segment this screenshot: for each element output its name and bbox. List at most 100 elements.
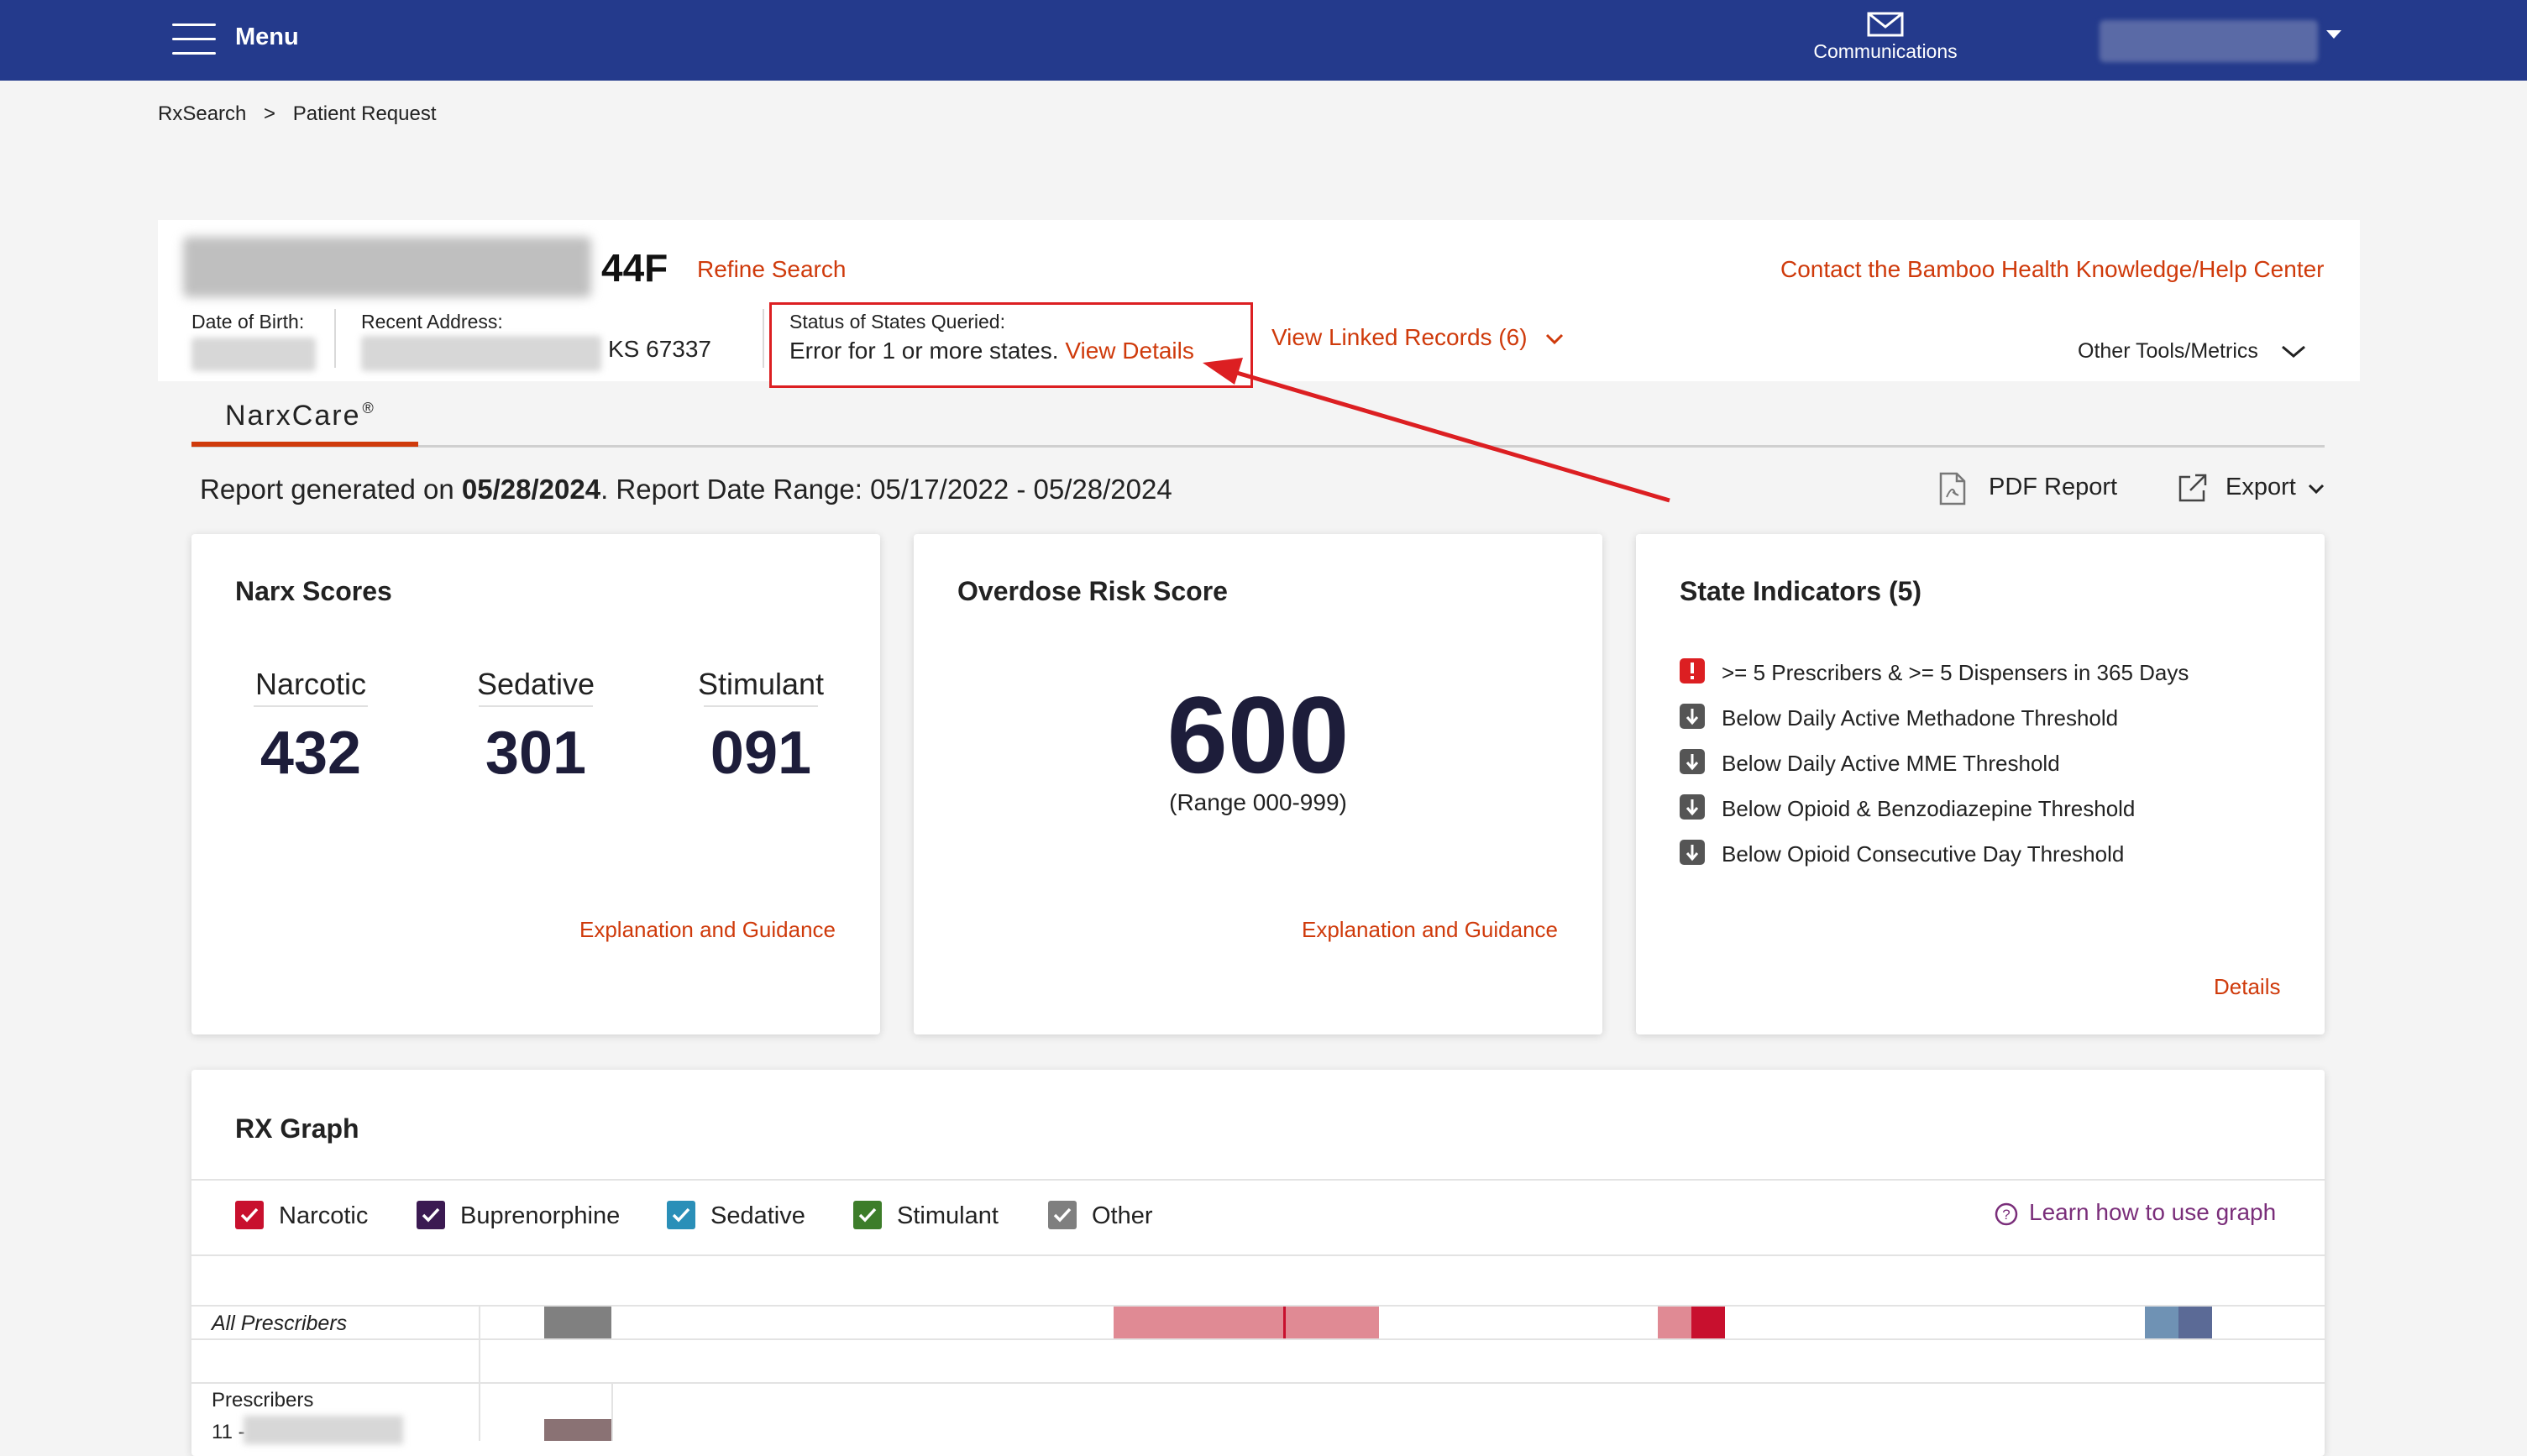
prescribers-header: Prescribers: [212, 1389, 314, 1411]
overdose-risk-title: Overdose Risk Score: [957, 576, 1228, 606]
indicator-item: >= 5 Prescribers & >= 5 Dispensers in 36…: [1680, 657, 2267, 690]
communications-button[interactable]: Communications: [1789, 12, 1982, 67]
registered-mark: ®: [362, 400, 375, 416]
graph-bar-narcotic[interactable]: [1658, 1307, 1691, 1338]
communications-label: Communications: [1813, 40, 1958, 62]
graph-bar-prescriber[interactable]: [544, 1419, 611, 1441]
checkbox-checked-icon: [667, 1201, 695, 1229]
chevron-down-icon: [2308, 484, 2325, 494]
help-circle-icon: ?: [1995, 1202, 2018, 1225]
stimulant-score: 091: [710, 720, 812, 787]
indicator-text: Below Daily Active Methadone Threshold: [1722, 705, 2119, 731]
breadcrumb: RxSearch > Patient Request: [158, 102, 437, 126]
linked-records-label: View Linked Records (6): [1271, 324, 1528, 350]
checkbox-checked-icon: [1048, 1201, 1077, 1229]
pdf-file-icon: [1939, 472, 1966, 505]
divider: [763, 309, 764, 368]
checkbox-checked-icon: [853, 1201, 882, 1229]
breadcrumb-rxsearch[interactable]: RxSearch: [158, 102, 246, 125]
divider: [254, 705, 368, 707]
tab-narxcare-text: NarxCare: [225, 400, 361, 432]
indicator-text: >= 5 Prescribers & >= 5 Dispensers in 36…: [1722, 660, 2189, 685]
overdose-risk-score: 600: [1167, 673, 1350, 796]
tab-bar: [191, 445, 2325, 448]
report-date-range: . Report Date Range: 05/17/2022 - 05/28/…: [600, 474, 1172, 505]
divider: [334, 309, 336, 368]
legend-label: Narcotic: [279, 1202, 369, 1229]
menu-label[interactable]: Menu: [235, 24, 299, 51]
dob-value-redacted: [191, 338, 316, 371]
envelope-icon: [1867, 12, 1904, 37]
tab-narxcare-label: NarxCare ®: [225, 400, 375, 432]
indicator-item: Below Opioid & Benzodiazepine Threshold: [1680, 793, 2267, 826]
learn-graph-label: Learn how to use graph: [2029, 1199, 2277, 1225]
state-indicators-card: [1636, 534, 2325, 1034]
arrow-down-icon: [1680, 704, 1705, 729]
checkbox-checked-icon: [235, 1201, 264, 1229]
indicator-text: Below Opioid & Benzodiazepine Threshold: [1722, 796, 2136, 821]
rx-graph-card: [191, 1070, 2325, 1456]
graph-bar-narcotic-overlap: [1283, 1307, 1286, 1338]
state-indicators-details-link[interactable]: Details: [2214, 974, 2280, 1000]
legend-label: Sedative: [710, 1202, 805, 1229]
patient-name-redacted: [183, 237, 591, 297]
report-summary: Report generated on 05/28/2024. Report D…: [200, 474, 1172, 505]
arrow-down-icon: [1680, 749, 1705, 774]
rx-graph-title: RX Graph: [235, 1113, 359, 1144]
refine-search-link[interactable]: Refine Search: [697, 256, 846, 283]
states-queried-label: Status of States Queried:: [789, 311, 1005, 333]
svg-text:?: ?: [2002, 1207, 2010, 1223]
indicator-text: Below Opioid Consecutive Day Threshold: [1722, 841, 2125, 867]
graph-bar-sedative[interactable]: [2178, 1307, 2212, 1338]
address-label: Recent Address:: [361, 311, 503, 333]
graph-bar-sedative[interactable]: [2145, 1307, 2178, 1338]
narcotic-label: Narcotic: [254, 667, 367, 701]
export-label: Export: [2226, 474, 2296, 500]
stimulant-label: Stimulant: [697, 667, 825, 701]
legend-label: Stimulant: [897, 1202, 999, 1229]
graph-bar-narcotic[interactable]: [1114, 1307, 1379, 1338]
export-icon: [2178, 474, 2207, 502]
divider: [191, 1338, 2325, 1340]
all-prescribers-label: All Prescribers: [212, 1312, 348, 1335]
caret-down-icon[interactable]: [2326, 30, 2341, 39]
graph-bar-other[interactable]: [544, 1307, 611, 1338]
graph-bar-narcotic[interactable]: [1691, 1307, 1725, 1338]
breadcrumb-separator: >: [264, 102, 276, 125]
overdose-explanation-link[interactable]: Explanation and Guidance: [1302, 917, 1558, 943]
patient-age-sex: 44F: [601, 246, 668, 290]
alert-icon: [1680, 658, 1705, 683]
state-indicators-title: State Indicators (5): [1680, 576, 1922, 606]
view-details-link[interactable]: View Details: [1065, 338, 1194, 364]
narx-explanation-link[interactable]: Explanation and Guidance: [579, 917, 836, 943]
divider: [479, 705, 593, 707]
hamburger-menu-icon[interactable]: [172, 24, 216, 55]
report-generated-date: 05/28/2024: [461, 474, 601, 505]
legend-label: Buprenorphine: [460, 1202, 621, 1229]
user-account-menu[interactable]: [2100, 20, 2318, 62]
pdf-report-label: PDF Report: [1989, 474, 2118, 500]
address-zip: KS 67337: [608, 336, 711, 362]
indicator-item: Below Daily Active Methadone Threshold: [1680, 702, 2267, 736]
learn-graph-link[interactable]: ? Learn how to use graph: [1994, 1199, 2276, 1227]
overdose-score-range: (Range 000-999): [1169, 789, 1347, 815]
active-tab-indicator: [191, 442, 418, 447]
narcotic-score: 432: [260, 720, 362, 787]
divider: [479, 1305, 480, 1441]
breadcrumb-current: Patient Request: [292, 102, 437, 125]
divider: [191, 1179, 2325, 1181]
other-tools-dropdown[interactable]: Other Tools/Metrics: [2078, 339, 2306, 364]
indicator-item: Below Daily Active MME Threshold: [1680, 747, 2267, 781]
other-tools-label: Other Tools/Metrics: [2078, 339, 2258, 363]
dob-label: Date of Birth:: [191, 311, 305, 333]
chevron-down-icon: [2281, 346, 2305, 359]
divider: [611, 1382, 613, 1441]
view-linked-records-dropdown[interactable]: View Linked Records (6): [1271, 324, 1564, 351]
help-center-link[interactable]: Contact the Bamboo Health Knowledge/Help…: [1780, 256, 2325, 283]
narx-scores-title: Narx Scores: [235, 576, 392, 606]
checkbox-checked-icon: [417, 1201, 445, 1229]
indicator-text: Below Daily Active MME Threshold: [1722, 751, 2060, 776]
prescriber-name-redacted: [244, 1416, 403, 1444]
indicator-item: Below Opioid Consecutive Day Threshold: [1680, 838, 2267, 872]
sedative-label: Sedative: [476, 667, 595, 701]
